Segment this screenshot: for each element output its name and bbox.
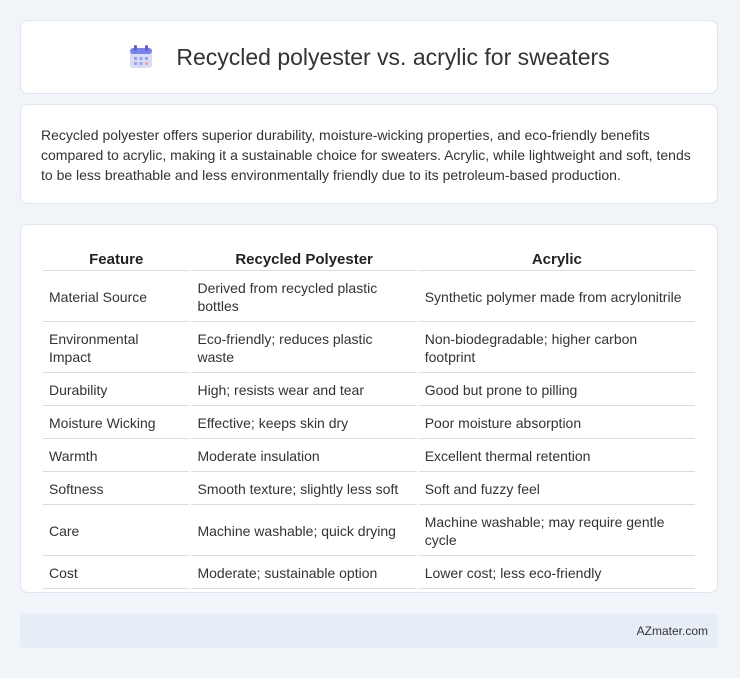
- table-row: Care Machine washable; quick drying Mach…: [43, 507, 695, 556]
- polyester-cell: Effective; keeps skin dry: [191, 408, 417, 439]
- feature-cell: Moisture Wicking: [43, 408, 190, 439]
- polyester-cell: Moderate insulation: [191, 441, 417, 472]
- feature-cell: Durability: [43, 375, 190, 406]
- polyester-cell: Derived from recycled plastic bottles: [191, 273, 417, 322]
- polyester-cell: High; resists wear and tear: [191, 375, 417, 406]
- acrylic-cell: Soft and fuzzy feel: [418, 474, 695, 505]
- polyester-cell: Machine washable; quick drying: [191, 507, 417, 556]
- feature-cell: Softness: [43, 474, 190, 505]
- calendar-icon: [128, 44, 154, 70]
- comparison-card: Feature Recycled Polyester Acrylic Mater…: [20, 224, 718, 593]
- intro-text: Recycled polyester offers superior durab…: [41, 127, 691, 183]
- table-row: Durability High; resists wear and tear G…: [43, 375, 695, 406]
- acrylic-cell: Machine washable; may require gentle cyc…: [418, 507, 695, 556]
- table-header-row: Feature Recycled Polyester Acrylic: [43, 247, 695, 271]
- table-row: Moisture Wicking Effective; keeps skin d…: [43, 408, 695, 439]
- footer-brand[interactable]: AZmater.com: [637, 624, 708, 638]
- page-title: Recycled polyester vs. acrylic for sweat…: [176, 43, 610, 70]
- acrylic-cell: Poor moisture absorption: [418, 408, 695, 439]
- feature-cell: Environmental Impact: [43, 324, 190, 373]
- table-row: Material Source Derived from recycled pl…: [43, 273, 695, 322]
- acrylic-cell: Excellent thermal retention: [418, 441, 695, 472]
- acrylic-cell: Non-biodegradable; higher carbon footpri…: [418, 324, 695, 373]
- intro-card: Recycled polyester offers superior durab…: [20, 104, 718, 204]
- polyester-cell: Eco-friendly; reduces plastic waste: [191, 324, 417, 373]
- table-row: Cost Moderate; sustainable option Lower …: [43, 558, 695, 589]
- title-card: Recycled polyester vs. acrylic for sweat…: [20, 20, 718, 94]
- table-row: Environmental Impact Eco-friendly; reduc…: [43, 324, 695, 373]
- feature-cell: Cost: [43, 558, 190, 589]
- header-acrylic: Acrylic: [418, 247, 695, 271]
- feature-cell: Care: [43, 507, 190, 556]
- feature-cell: Material Source: [43, 273, 190, 322]
- feature-cell: Warmth: [43, 441, 190, 472]
- acrylic-cell: Lower cost; less eco-friendly: [418, 558, 695, 589]
- polyester-cell: Smooth texture; slightly less soft: [191, 474, 417, 505]
- header-recycled-polyester: Recycled Polyester: [191, 247, 417, 271]
- table-row: Softness Smooth texture; slightly less s…: [43, 474, 695, 505]
- header-feature: Feature: [43, 247, 190, 271]
- comparison-table: Feature Recycled Polyester Acrylic Mater…: [41, 245, 697, 591]
- table-row: Warmth Moderate insulation Excellent the…: [43, 441, 695, 472]
- acrylic-cell: Synthetic polymer made from acrylonitril…: [418, 273, 695, 322]
- acrylic-cell: Good but prone to pilling: [418, 375, 695, 406]
- footer: AZmater.com: [20, 614, 718, 648]
- polyester-cell: Moderate; sustainable option: [191, 558, 417, 589]
